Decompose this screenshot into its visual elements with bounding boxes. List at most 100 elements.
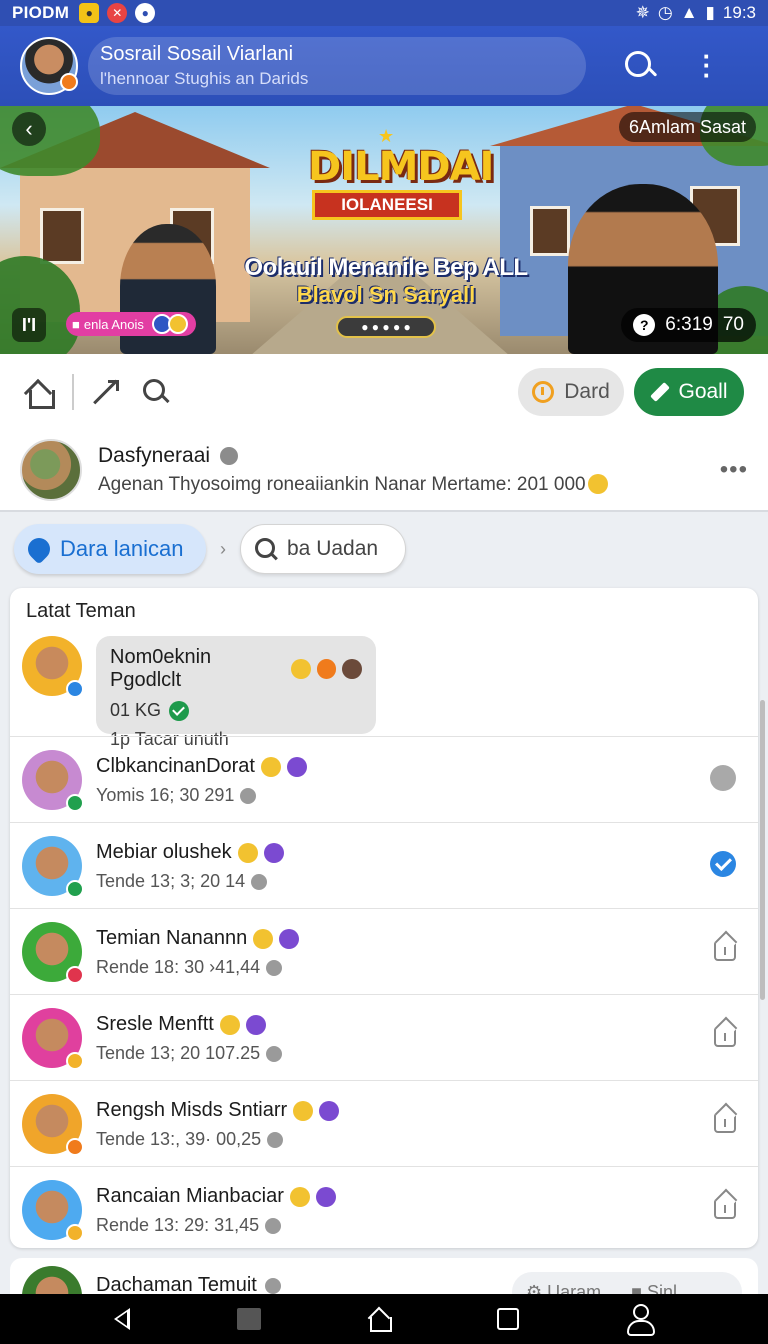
logo-title: DILMDAI xyxy=(308,144,494,190)
emoji-icon xyxy=(587,474,608,494)
video-timer: ? 6:319 70 xyxy=(621,308,756,342)
status-badge xyxy=(66,966,84,984)
search-icon[interactable] xyxy=(142,378,170,406)
contact-detail: Rende 13: 29: 31,45 xyxy=(96,1215,260,1235)
contact-detail: Rende 18: 30 ›41,44 xyxy=(96,957,261,977)
contact-name: ClbkancinanDorat xyxy=(96,755,255,777)
emoji-icon xyxy=(260,756,281,777)
profile-name-line: Dasfyneraai xyxy=(98,444,608,468)
status-badge xyxy=(66,1052,84,1070)
info-icon xyxy=(267,1131,284,1148)
title-pill[interactable]: Sosrail Sosail Viarlani l'hennoar Stughi… xyxy=(88,37,586,95)
list-item[interactable]: Sresle Menftt Tende 13; 20 107.25 xyxy=(10,994,758,1080)
goal-button[interactable]: Goall xyxy=(634,368,744,416)
list-item[interactable]: Temian Nanannn Rende 18: 30 ›41,44 xyxy=(10,908,758,994)
check-icon xyxy=(169,700,190,721)
emoji-icon xyxy=(237,842,258,863)
avatar[interactable] xyxy=(22,1094,84,1156)
home-icon[interactable] xyxy=(368,1308,392,1332)
avatar[interactable] xyxy=(22,1008,84,1070)
banner-headline: Oolauil Menanile Bep ALL xyxy=(244,254,528,281)
pause-icon[interactable]: I'I xyxy=(12,308,46,342)
message-bubble[interactable]: Nom0eknin Pgodlclt 01 KG 1p Tacar unuth xyxy=(96,636,376,749)
filter-row: Dara lanican › ba Uadan xyxy=(0,514,768,584)
house-icon[interactable] xyxy=(714,1113,736,1133)
emoji-icon xyxy=(342,659,362,679)
list-heading: Latat Teman xyxy=(26,600,136,622)
list-item[interactable]: Mebiar olushek Tende 13; 3; 20 14 xyxy=(10,822,758,908)
list-item[interactable]: Rengsh Misds Sntiarr Tende 13:, 39· 00,25 xyxy=(10,1080,758,1166)
check-circle-icon[interactable] xyxy=(710,851,736,877)
user-avatar[interactable] xyxy=(20,37,78,95)
contact-name: Rengsh Misds Sntiarr xyxy=(96,1099,288,1121)
house-icon[interactable] xyxy=(714,941,736,961)
verified-badge-icon xyxy=(264,1277,281,1294)
emoji-reaction-strip: ● ● ● ● ● xyxy=(336,316,436,338)
category-chip[interactable]: Dara lanican xyxy=(14,524,206,574)
profile-subtitle: Agenan Thyosoimg roneaiiankin Nanar Mert… xyxy=(98,474,586,495)
help-icon: ? xyxy=(633,314,656,336)
featured-message[interactable]: Nom0eknin Pgodlclt 01 KG 1p Tacar unuth xyxy=(10,632,758,749)
dard-label: Dard xyxy=(564,380,610,403)
banner-top-chip[interactable]: 6Amlam Sasat xyxy=(618,112,756,142)
contact-name: Sresle Menftt xyxy=(96,1013,214,1035)
timer-count: 70 xyxy=(722,314,744,335)
avatar[interactable] xyxy=(22,636,84,698)
profile-avatar[interactable] xyxy=(20,439,82,501)
wifi-icon: ▲ xyxy=(680,3,698,22)
contact-detail: Tende 13; 3; 20 14 xyxy=(96,871,246,891)
contact-detail: Tende 13:, 39· 00,25 xyxy=(96,1129,262,1149)
emoji-icon xyxy=(219,1014,240,1035)
avatar[interactable] xyxy=(22,836,84,898)
more-menu-icon[interactable]: · · · xyxy=(702,43,712,87)
emoji-icon xyxy=(263,842,284,863)
back-arrow-icon[interactable]: ‹ xyxy=(12,112,46,146)
list-item[interactable]: ClbkancinanDorat Yomis 16; 30 291 xyxy=(10,736,758,822)
avatar[interactable] xyxy=(22,922,84,984)
emoji-icon xyxy=(315,1186,336,1207)
info-icon xyxy=(265,1217,282,1234)
home-icon[interactable] xyxy=(24,377,55,409)
search-icon[interactable] xyxy=(622,48,658,84)
hero-banner[interactable]: ★ DILMDAI IOLANEESI Oolauil Menanile Bep… xyxy=(0,106,768,354)
status-badge xyxy=(66,794,84,812)
recent-apps-icon[interactable] xyxy=(497,1308,520,1330)
tag-icon xyxy=(23,533,55,565)
featured-name: Nom0eknin Pgodlclt xyxy=(110,646,212,691)
avatar[interactable] xyxy=(22,750,84,812)
info-icon xyxy=(240,787,257,804)
app-notification-icon: ● xyxy=(135,3,156,23)
back-icon[interactable] xyxy=(113,1308,130,1330)
account-icon[interactable] xyxy=(626,1304,656,1336)
dard-button[interactable]: Dard xyxy=(518,368,624,416)
status-badge xyxy=(66,1224,84,1242)
list-item[interactable]: Rancaian Mianbaciar Rende 13: 29: 31,45 xyxy=(10,1166,758,1248)
more-options-icon[interactable]: ••• xyxy=(720,456,748,484)
emoji-icon xyxy=(253,928,274,949)
chevron-right-icon: › xyxy=(220,538,226,559)
contact-detail: Yomis 16; 30 291 xyxy=(96,785,235,805)
info-icon xyxy=(251,873,268,890)
category-chip-label: Dara lanican xyxy=(60,536,184,561)
featured-weight: 01 KG xyxy=(110,700,162,720)
search-field[interactable]: ba Uadan xyxy=(240,524,406,574)
scrollbar[interactable] xyxy=(760,700,765,1000)
timer-value: 6:319 xyxy=(665,314,713,335)
banner-tag[interactable]: ■ enla Anois xyxy=(66,312,196,336)
house-icon[interactable] xyxy=(714,1199,736,1219)
status-badge xyxy=(66,1138,84,1156)
expand-arrow-icon[interactable] xyxy=(92,378,120,406)
banner-tag-label: enla Anois xyxy=(83,316,144,332)
emoji-icon xyxy=(290,659,311,679)
emoji-icon xyxy=(286,756,307,777)
unchecked-circle-icon[interactable] xyxy=(710,765,736,791)
profile-row[interactable]: Dasfyneraai Agenan Thyosoimg roneaiianki… xyxy=(0,430,768,512)
overview-icon[interactable] xyxy=(236,1308,261,1330)
status-badge xyxy=(66,880,84,898)
avatar[interactable] xyxy=(22,1180,84,1242)
house-icon[interactable] xyxy=(714,1027,736,1047)
toolbar-divider xyxy=(72,374,74,410)
alarm-icon: ◷ xyxy=(657,3,673,22)
action-toolbar: Dard Goall xyxy=(0,354,768,430)
logo-ribbon: IOLANEESI xyxy=(312,190,462,220)
